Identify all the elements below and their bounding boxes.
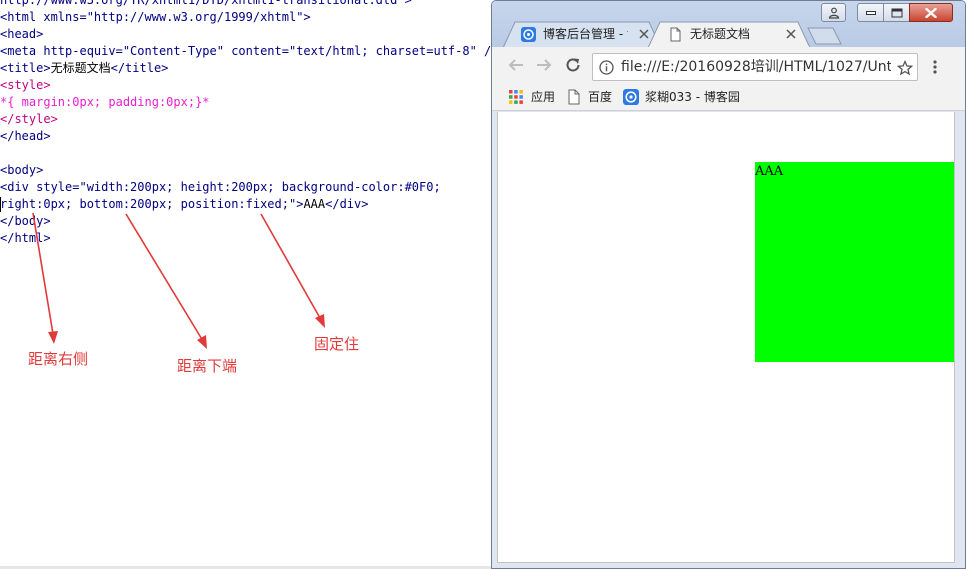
code-line: <div style="width:200px; height:200px; b… xyxy=(0,179,441,196)
text-caret xyxy=(0,197,1,212)
code-token: http://www.w3.org/TR/xhtml1/DTD/xhtml1-t… xyxy=(0,0,412,7)
menu-kebab-icon[interactable] xyxy=(932,59,938,75)
code-line: <meta http-equiv="Content-Type" content=… xyxy=(0,43,496,60)
bookmark-baidu[interactable]: 百度 xyxy=(567,88,617,106)
forward-arrow-icon[interactable] xyxy=(535,56,553,74)
maximize-icon xyxy=(891,8,902,17)
url-text[interactable]: file:///E:/20160928培训/HTML/1027/Untitled… xyxy=(621,59,891,76)
minimize-button[interactable] xyxy=(857,3,884,22)
profile-button[interactable] xyxy=(821,3,846,22)
fixed-green-box: AAA xyxy=(755,162,954,362)
page-icon xyxy=(568,89,580,105)
bookmarks-bar: 应用 百度 浆糊033 - 博客园 xyxy=(492,83,965,111)
address-bar[interactable]: file:///E:/20160928培训/HTML/1027/Untitled… xyxy=(592,53,918,81)
page-viewport[interactable]: AAA xyxy=(497,112,955,563)
maximize-button[interactable] xyxy=(883,3,910,22)
code-line: <title>无标题文档</title> xyxy=(0,60,168,77)
back-arrow-icon[interactable] xyxy=(507,56,525,74)
tab-close-icon[interactable] xyxy=(785,28,797,40)
code-token: <html xmlns="http://www.w3.org/1999/xhtm… xyxy=(0,10,311,24)
code-token: <meta http-equiv="Content-Type" content=… xyxy=(0,44,496,58)
apps-grid-icon xyxy=(509,90,523,104)
reload-icon[interactable] xyxy=(564,56,582,74)
code-line: <html xmlns="http://www.w3.org/1999/xhtm… xyxy=(0,9,311,26)
code-token: </style> xyxy=(0,112,58,126)
cnblogs-icon xyxy=(623,89,639,105)
title-bar[interactable]: 博客后台管理 - 博客园 无标题文档 xyxy=(492,1,965,48)
close-window-button[interactable] xyxy=(909,3,953,22)
bookmark-cnblogs[interactable]: 浆糊033 - 博客园 xyxy=(623,88,763,106)
code-line: <style> xyxy=(0,77,51,94)
fixed-box-text: AAA xyxy=(755,164,784,179)
code-token: AAA xyxy=(303,197,326,211)
code-token: <div style="width:200px; height:200px; b… xyxy=(0,180,441,194)
code-token: <title> xyxy=(0,61,51,75)
code-line: <body> xyxy=(0,162,43,179)
cnblogs-icon xyxy=(521,27,536,42)
tab-title: 无标题文档 xyxy=(690,27,751,41)
code-editor[interactable]: http://www.w3.org/TR/xhtml1/DTD/xhtml1-t… xyxy=(0,0,496,569)
code-line: </body> xyxy=(0,213,51,230)
close-icon xyxy=(925,7,937,18)
code-token: </head> xyxy=(0,129,51,143)
code-token: <head> xyxy=(0,27,44,41)
code-line: http://www.w3.org/TR/xhtml1/DTD/xhtml1-t… xyxy=(0,0,412,9)
code-token: 无标题文档 xyxy=(50,61,111,75)
code-token: </div> xyxy=(325,197,369,211)
code-token: <body> xyxy=(0,163,44,177)
annotation-bottom-label: 距离下端 xyxy=(177,357,238,375)
tab-blog-admin[interactable]: 博客后台管理 - 博客园 xyxy=(503,21,661,48)
tab-untitled-document[interactable]: 无标题文档 xyxy=(648,21,810,48)
bookmark-label: 应用 xyxy=(531,90,556,104)
code-token: right:0px; bottom:200px; position:fixed;… xyxy=(0,197,304,211)
code-token: </title> xyxy=(110,61,169,75)
code-line: <head> xyxy=(0,26,43,43)
browser-window: 博客后台管理 - 博客园 无标题文档 xyxy=(491,0,966,569)
code-line: right:0px; bottom:200px; position:fixed;… xyxy=(0,196,368,213)
code-token: </html> xyxy=(0,231,51,245)
page-icon xyxy=(670,27,681,42)
person-icon xyxy=(828,7,839,19)
minimize-icon xyxy=(865,10,876,15)
code-line: </head> xyxy=(0,128,51,145)
code-line: </html> xyxy=(0,230,51,247)
browser-toolbar: file:///E:/20160928培训/HTML/1027/Untitled… xyxy=(492,47,965,83)
bookmark-label: 浆糊033 - 博客园 xyxy=(645,90,740,104)
code-line: </style> xyxy=(0,111,58,128)
annotation-right-label: 距离右侧 xyxy=(28,350,89,368)
bookmark-star-icon[interactable] xyxy=(897,60,913,76)
tab-title: 博客后台管理 - 博客园 xyxy=(543,27,628,41)
new-tab-button[interactable] xyxy=(806,27,843,45)
bookmark-apps[interactable]: 应用 xyxy=(509,88,559,106)
code-token: *{ margin:0px; padding:0px;}* xyxy=(0,95,210,109)
bookmark-label: 百度 xyxy=(588,90,613,104)
code-token: <style> xyxy=(0,78,51,92)
annotation-fixed-label: 固定住 xyxy=(314,335,360,353)
code-line: *{ margin:0px; padding:0px;}* xyxy=(0,94,210,111)
info-icon[interactable] xyxy=(599,60,614,75)
code-token: </body> xyxy=(0,214,51,228)
